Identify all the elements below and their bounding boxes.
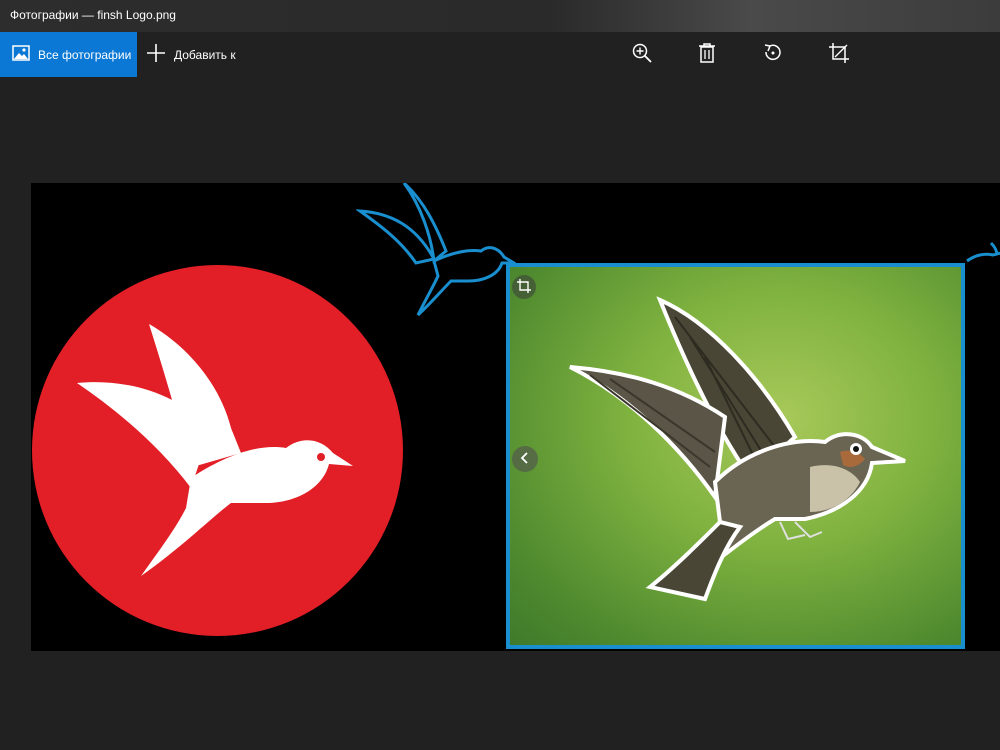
add-to-label: Добавить к bbox=[174, 47, 236, 62]
zoom-in-icon bbox=[631, 42, 653, 68]
rotate-button[interactable] bbox=[758, 40, 788, 70]
add-to-button[interactable]: Добавить к bbox=[146, 32, 236, 77]
all-photos-label: Все фотографии bbox=[38, 47, 132, 62]
blue-outline-bird bbox=[356, 183, 516, 317]
title-bar: Фотографии — finsh Logo.png bbox=[0, 0, 1000, 32]
blue-outline-bird-partial bbox=[966, 241, 1000, 263]
crop-icon bbox=[828, 42, 850, 68]
plus-icon bbox=[146, 43, 166, 67]
crop-badge[interactable] bbox=[512, 275, 536, 299]
all-photos-button[interactable]: Все фотографии bbox=[0, 32, 137, 77]
chevron-left-icon bbox=[519, 450, 531, 469]
zoom-in-button[interactable] bbox=[627, 40, 657, 70]
image-canvas[interactable] bbox=[31, 183, 1000, 651]
white-bird-logo bbox=[77, 324, 353, 576]
crop-button[interactable] bbox=[824, 40, 854, 70]
previous-image-button[interactable] bbox=[512, 446, 538, 472]
delete-button[interactable] bbox=[692, 40, 722, 70]
crop-icon bbox=[517, 278, 531, 297]
rotate-icon bbox=[762, 42, 784, 68]
bird-photo bbox=[506, 263, 965, 649]
toolbar: Все фотографии Добавить к bbox=[0, 32, 1000, 77]
swallow-photo-bird bbox=[569, 296, 906, 602]
photos-icon bbox=[12, 44, 30, 65]
trash-icon bbox=[697, 42, 717, 68]
window-title: Фотографии — finsh Logo.png bbox=[10, 8, 176, 22]
